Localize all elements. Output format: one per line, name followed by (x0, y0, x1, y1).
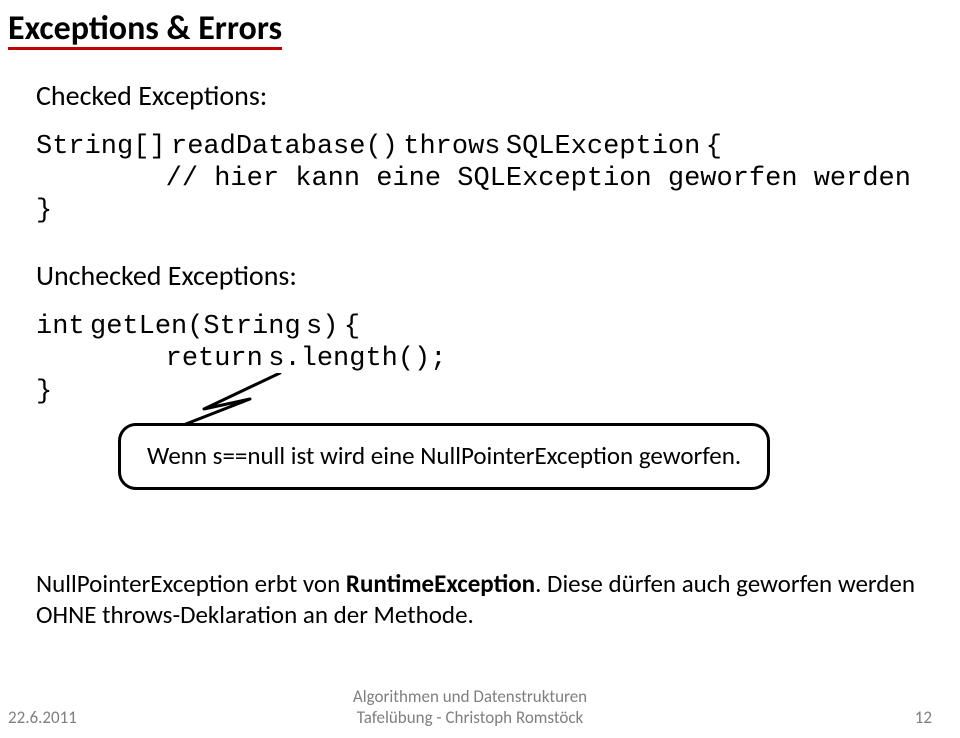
callout-text: Wenn s==null ist wird eine NullPointerEx… (147, 440, 741, 471)
explanation-paragraph: NullPointerException erbt von RuntimeExc… (36, 568, 932, 631)
footer-line2: Tafelübung - Christoph Romstöck (8, 708, 932, 728)
slide: Exceptions & Errors Checked Exceptions: … (0, 0, 960, 738)
code-block-checked: String[] readDatabase() throws SQLExcept… (36, 131, 932, 228)
code-block-unchecked-wrap: int getLen(String s) { return s.length()… (36, 311, 932, 408)
para-pre: NullPointerException erbt von (36, 568, 346, 599)
callout-box: Wenn s==null ist wird eine NullPointerEx… (118, 423, 770, 490)
unchecked-exceptions-label: Unchecked Exceptions: (36, 258, 932, 293)
footer-center: Algorithmen und Datenstrukturen Tafelübu… (8, 687, 932, 728)
title-text: Exceptions & Errors (8, 11, 282, 50)
para-bold: RuntimeException (346, 568, 535, 599)
slide-body: Checked Exceptions: String[] readDatabas… (8, 78, 932, 631)
footer-page-number: 12 (915, 707, 932, 728)
slide-footer: 22.6.2011 Algorithmen und Datenstrukture… (8, 707, 932, 728)
checked-exceptions-label: Checked Exceptions: (36, 78, 932, 113)
footer-line1: Algorithmen und Datenstrukturen (8, 687, 932, 707)
slide-title: Exceptions & Errors (8, 8, 932, 50)
code-block-unchecked: int getLen(String s) { return s.length()… (36, 311, 932, 408)
footer-date: 22.6.2011 (8, 707, 77, 728)
